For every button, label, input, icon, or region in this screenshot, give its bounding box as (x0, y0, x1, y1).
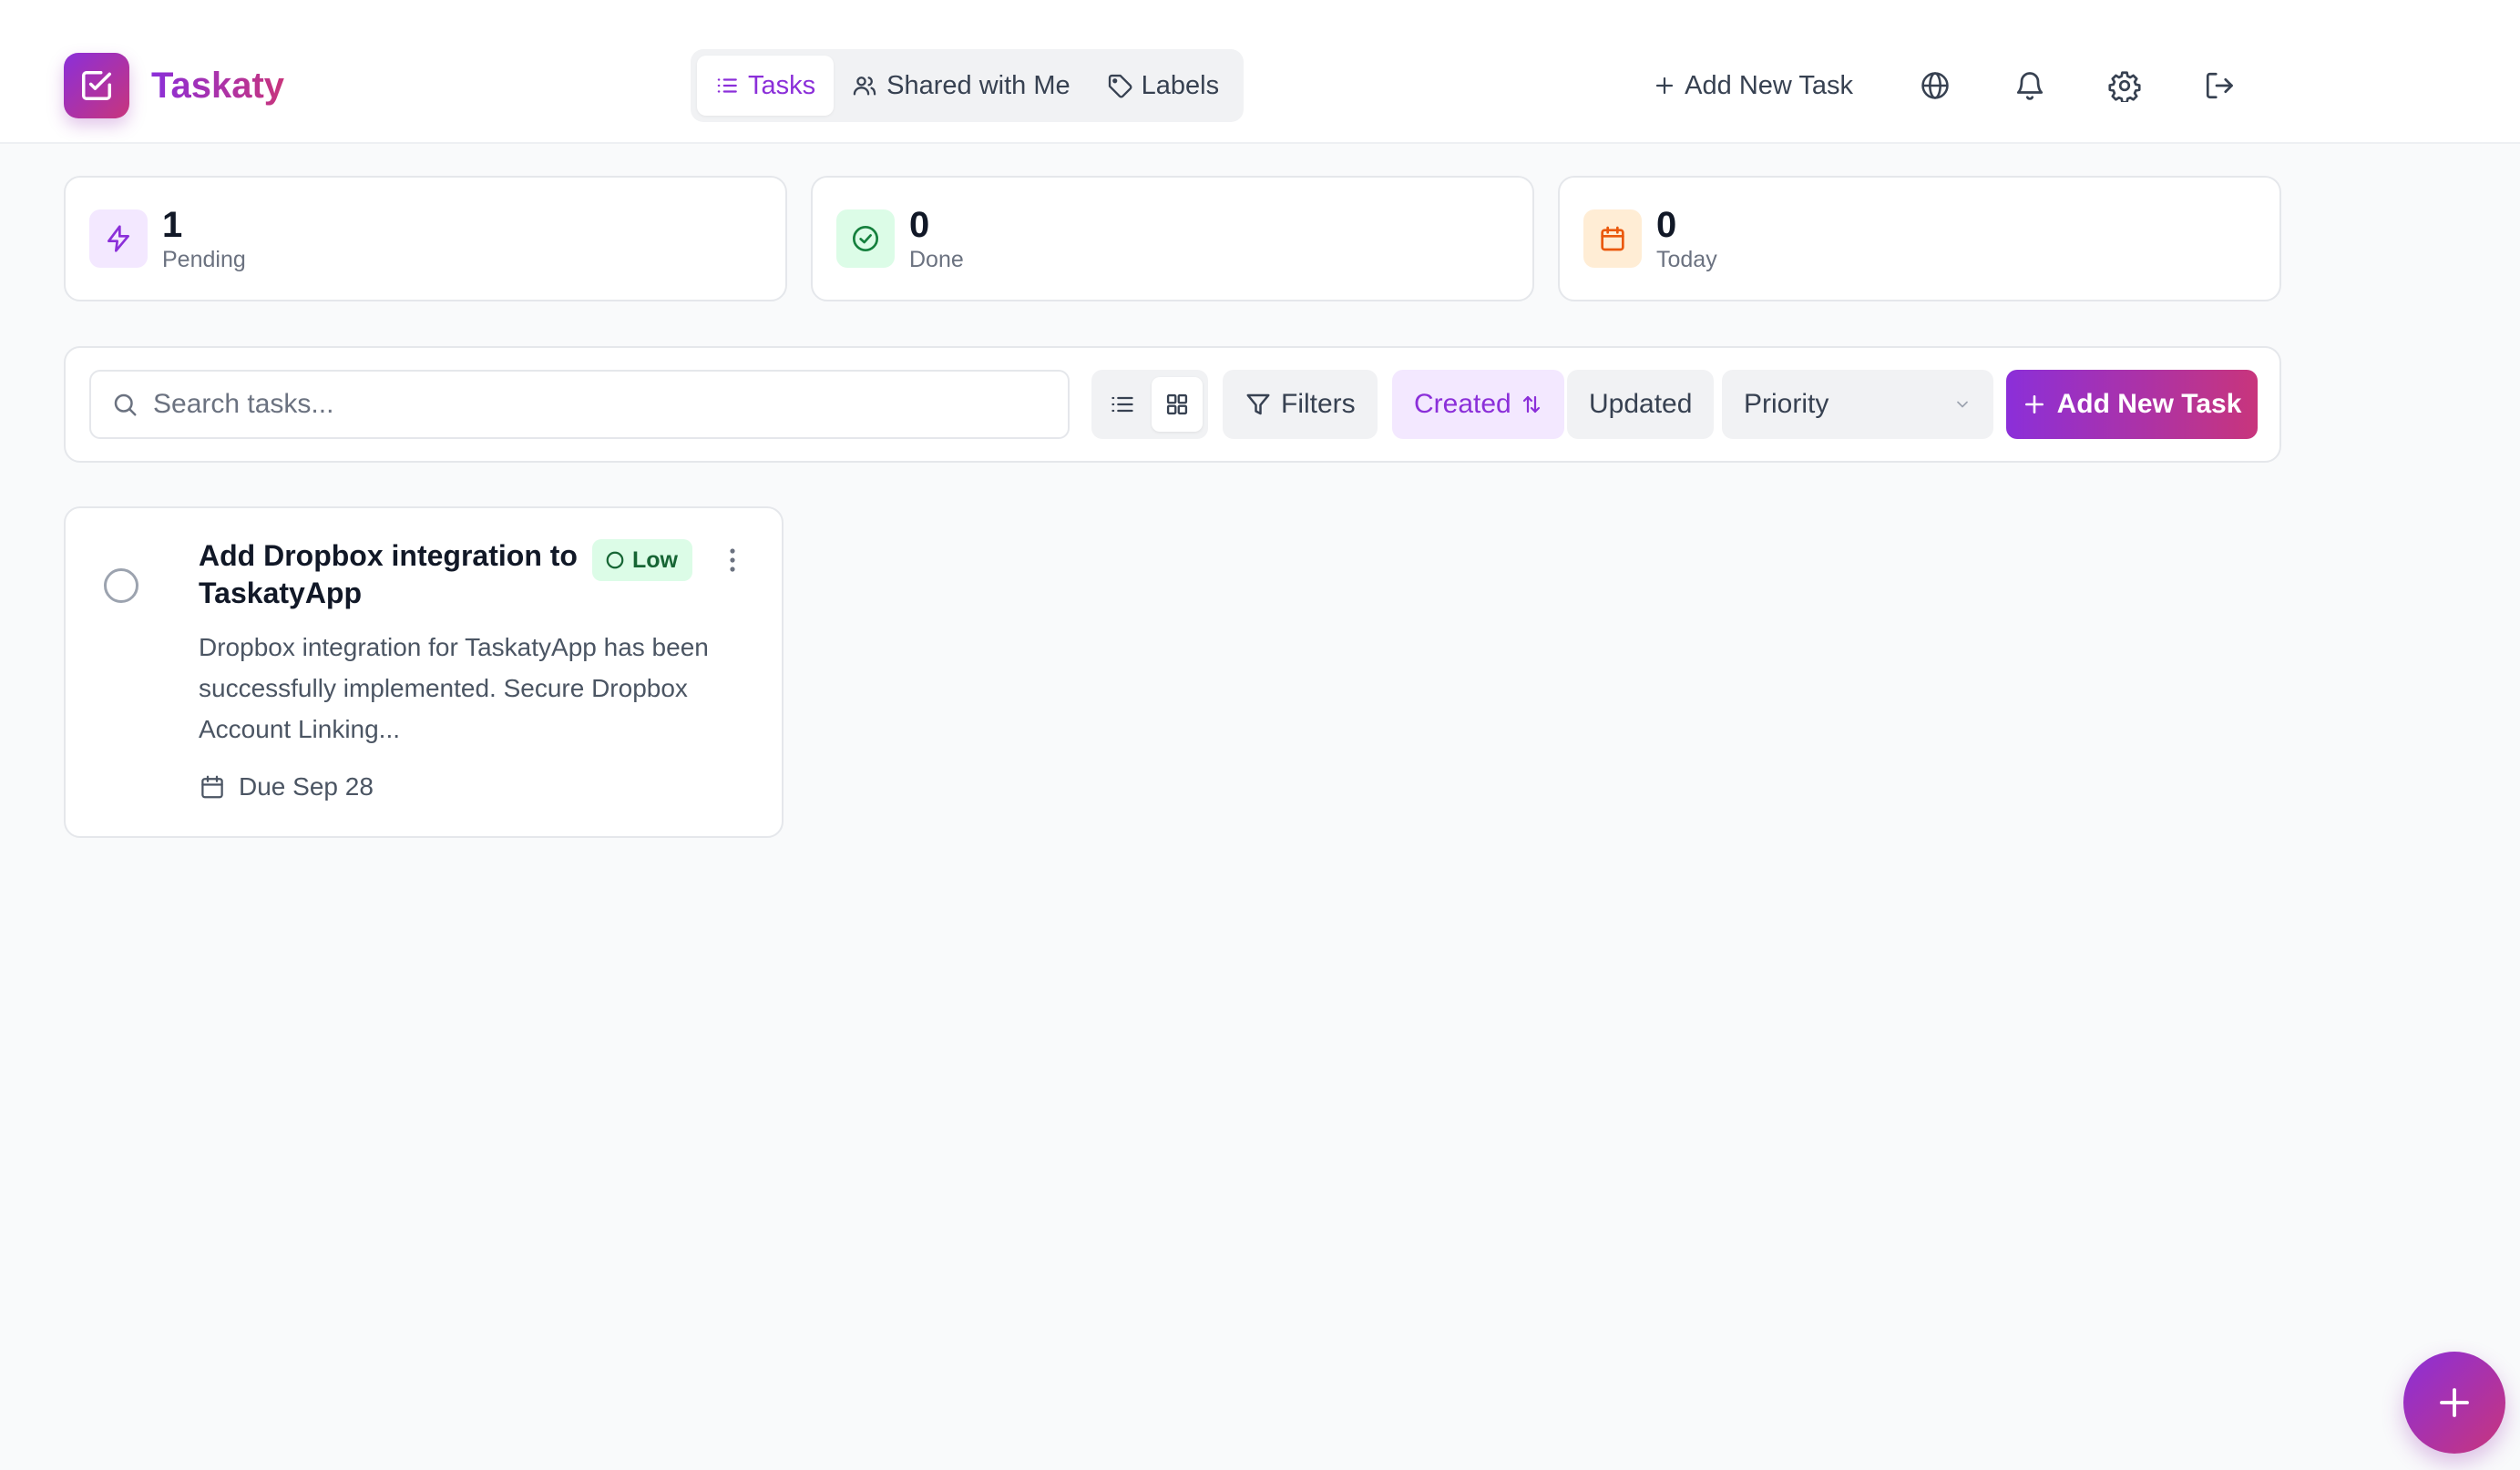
globe-icon (1920, 70, 1951, 101)
stat-label: Today (1656, 247, 1717, 272)
gear-icon (2108, 69, 2141, 102)
stat-value: 1 (162, 205, 183, 245)
calendar-icon (1583, 209, 1642, 268)
header-add-task-label: Add New Task (1685, 70, 1853, 100)
sort-created-button[interactable]: Created (1392, 370, 1564, 439)
search-input[interactable] (153, 389, 1028, 420)
tab-shared-label: Shared with Me (886, 70, 1070, 100)
stat-value: 0 (1656, 205, 1677, 245)
floating-add-button[interactable] (2403, 1352, 2505, 1454)
sort-updated-label: Updated (1589, 389, 1693, 419)
sort-arrows-icon (1521, 393, 1542, 415)
tab-labels-label: Labels (1141, 70, 1220, 100)
stat-label: Pending (162, 247, 246, 272)
search-box (89, 370, 1070, 439)
stat-card-today: 0 Today (1558, 176, 2281, 301)
add-task-button[interactable]: Add New Task (2006, 370, 2258, 439)
priority-select-label: Priority (1744, 389, 1829, 419)
users-icon (852, 73, 877, 98)
bell-icon (2013, 69, 2046, 102)
logo-check-icon (64, 53, 129, 118)
check-circle-icon (836, 209, 895, 268)
tag-icon (1107, 73, 1132, 98)
filters-label: Filters (1281, 389, 1356, 419)
list-view-icon (1110, 392, 1135, 417)
tab-shared-with-me[interactable]: Shared with Me (834, 56, 1089, 116)
grid-view-icon (1164, 392, 1190, 417)
settings-button[interactable] (2097, 58, 2152, 113)
logout-icon (2203, 69, 2236, 102)
stats-row: 1 Pending 0 Done 0 Today (64, 176, 2281, 301)
lightning-icon (89, 209, 148, 268)
task-toolbar: Filters Created Updated Priority Add New… (64, 346, 2281, 463)
grid-view-button[interactable] (1152, 377, 1203, 432)
priority-badge-label: Low (632, 546, 678, 573)
list-view-button[interactable] (1097, 377, 1148, 432)
plus-icon (1654, 75, 1675, 97)
search-icon (111, 391, 138, 418)
tab-tasks-label: Tasks (748, 70, 816, 100)
filter-icon (1245, 391, 1272, 418)
task-title: Add Dropbox integration to TaskatyApp (199, 539, 578, 609)
priority-badge: Low (592, 539, 692, 581)
filters-button[interactable]: Filters (1223, 370, 1378, 439)
main-nav: Tasks Shared with Me Labels (691, 49, 1245, 122)
add-task-label: Add New Task (2056, 389, 2242, 419)
language-button[interactable] (1908, 58, 1962, 113)
task-due-date: Due Sep 28 (199, 772, 374, 801)
sort-updated-button[interactable]: Updated (1567, 370, 1715, 439)
stat-card-pending: 1 Pending (64, 176, 787, 301)
top-header: Taskaty Tasks Shared with Me Labels Add … (0, 0, 2520, 144)
task-complete-checkbox[interactable] (104, 568, 138, 603)
app-logo[interactable]: Taskaty (64, 53, 284, 118)
list-icon (715, 74, 739, 97)
stat-card-done: 0 Done (811, 176, 1534, 301)
tab-labels[interactable]: Labels (1089, 56, 1237, 116)
more-vertical-icon (728, 546, 737, 574)
task-due-label: Due Sep 28 (239, 772, 374, 801)
header-actions: Add New Task (1639, 49, 2247, 122)
stat-label: Done (909, 247, 964, 272)
view-toggle (1091, 370, 1208, 439)
priority-select[interactable]: Priority (1722, 370, 1993, 439)
circle-icon (605, 550, 625, 570)
logout-button[interactable] (2192, 58, 2247, 113)
task-card[interactable]: Add Dropbox integration to TaskatyApp Lo… (64, 506, 784, 838)
calendar-icon (199, 773, 226, 801)
header-add-task-button[interactable]: Add New Task (1639, 58, 1868, 113)
app-name: Taskaty (151, 65, 285, 106)
task-menu-button[interactable] (714, 539, 751, 581)
notifications-button[interactable] (2003, 58, 2057, 113)
tab-tasks[interactable]: Tasks (697, 56, 835, 116)
chevron-down-icon (1953, 395, 1972, 413)
stat-value: 0 (909, 205, 930, 245)
sort-created-label: Created (1414, 389, 1511, 419)
task-description: Dropbox integration for TaskatyApp has b… (199, 633, 709, 743)
plus-icon (2023, 393, 2046, 416)
plus-icon (2435, 1383, 2474, 1422)
